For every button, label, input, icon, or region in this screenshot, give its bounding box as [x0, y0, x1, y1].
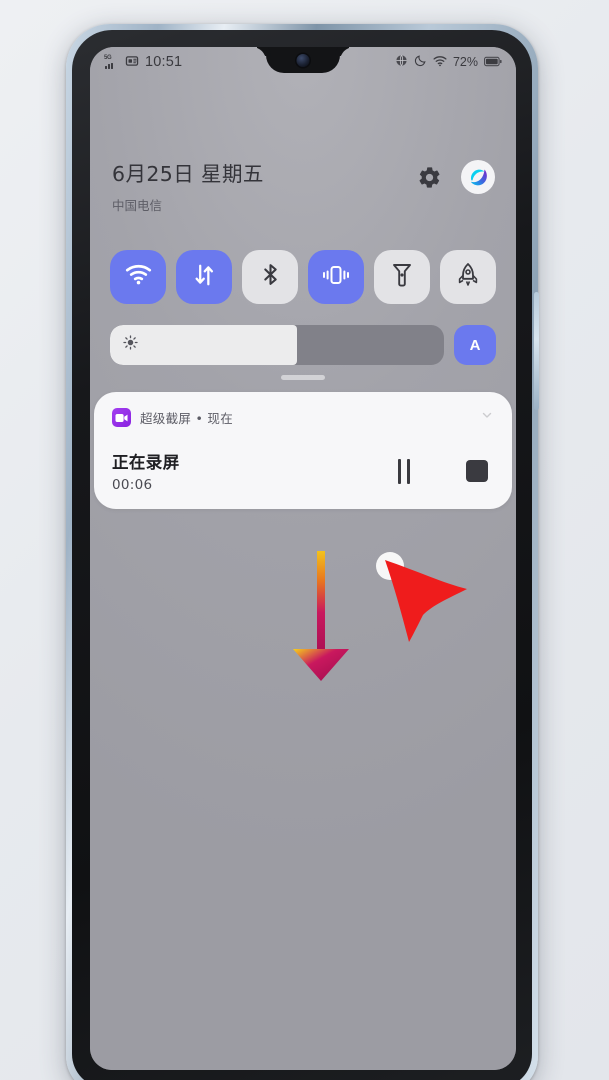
pause-icon[interactable] — [398, 458, 410, 484]
down-arrow-annotation — [286, 547, 358, 692]
data-arrows-icon — [191, 262, 217, 293]
carrier-label: 中国电信 — [112, 198, 163, 213]
notification-body: 正在录屏 00:06 — [112, 449, 494, 493]
toggle-bluetooth[interactable] — [242, 250, 298, 304]
toggle-wifi[interactable] — [110, 250, 166, 304]
stop-icon[interactable] — [466, 460, 488, 482]
toggle-flashlight[interactable] — [374, 250, 430, 304]
toggle-mobile-data[interactable] — [176, 250, 232, 304]
sun-icon — [123, 335, 138, 355]
battery-percent-label: 72% — [452, 55, 478, 69]
chevron-down-icon[interactable] — [480, 408, 494, 427]
panel-drag-handle[interactable] — [281, 375, 325, 380]
phone-device: 5G 10:51 72% 6月25日 星期五 中国电信 A 超级截屏 • 现在 … — [66, 24, 539, 1080]
toggle-vibrate[interactable] — [308, 250, 364, 304]
date-label: 6月25日 星期五 — [112, 162, 264, 186]
network-type-label: 5G — [104, 54, 112, 61]
notification-app-line: 超级截屏 • 现在 — [140, 411, 234, 426]
quick-toggle-row — [110, 250, 496, 304]
waterdrop-notch — [266, 47, 340, 73]
front-camera-icon — [296, 54, 310, 67]
notification-text-block: 正在录屏 00:06 — [112, 449, 180, 493]
auto-brightness-button[interactable]: A — [454, 325, 496, 365]
brightness-slider[interactable] — [110, 325, 444, 365]
gear-icon[interactable] — [417, 165, 442, 195]
toggle-game-boost[interactable] — [440, 250, 496, 304]
notification-actions — [398, 458, 494, 484]
brightness-fill — [110, 325, 298, 365]
wifi-icon — [433, 55, 447, 70]
notification-header: 超级截屏 • 现在 — [112, 408, 494, 427]
rocket-icon — [456, 262, 480, 293]
status-bar-right: 72% — [395, 54, 502, 70]
notification-card[interactable]: 超级截屏 • 现在 正在录屏 00:06 — [94, 392, 512, 509]
notification-timer: 00:06 — [112, 477, 153, 493]
theme-orb-icon[interactable] — [460, 159, 496, 200]
notification-title: 正在录屏 — [112, 453, 180, 472]
flashlight-icon — [391, 262, 413, 293]
crescent-moon-icon — [414, 54, 427, 70]
quick-settings-header: 6月25日 星期五 中国电信 — [112, 155, 496, 214]
red-cursor-annotation — [371, 547, 475, 652]
phone-screen[interactable]: 5G 10:51 72% 6月25日 星期五 中国电信 A 超级截屏 • 现在 … — [90, 47, 516, 1070]
status-bar-left: 5G 10:51 — [104, 54, 182, 71]
brightness-row: A — [110, 325, 496, 365]
header-actions — [417, 155, 496, 200]
vibrate-icon — [322, 263, 350, 292]
power-button[interactable] — [534, 292, 539, 410]
bluetooth-icon — [258, 262, 283, 292]
signal-bars-icon: 5G — [104, 54, 120, 69]
date-block: 6月25日 星期五 中国电信 — [112, 155, 264, 214]
globe-icon — [395, 54, 408, 70]
wifi-icon — [125, 264, 152, 290]
screen-recorder-icon — [112, 408, 131, 427]
alarm-icon — [125, 54, 139, 71]
battery-icon — [484, 55, 502, 70]
status-time: 10:51 — [145, 54, 183, 70]
